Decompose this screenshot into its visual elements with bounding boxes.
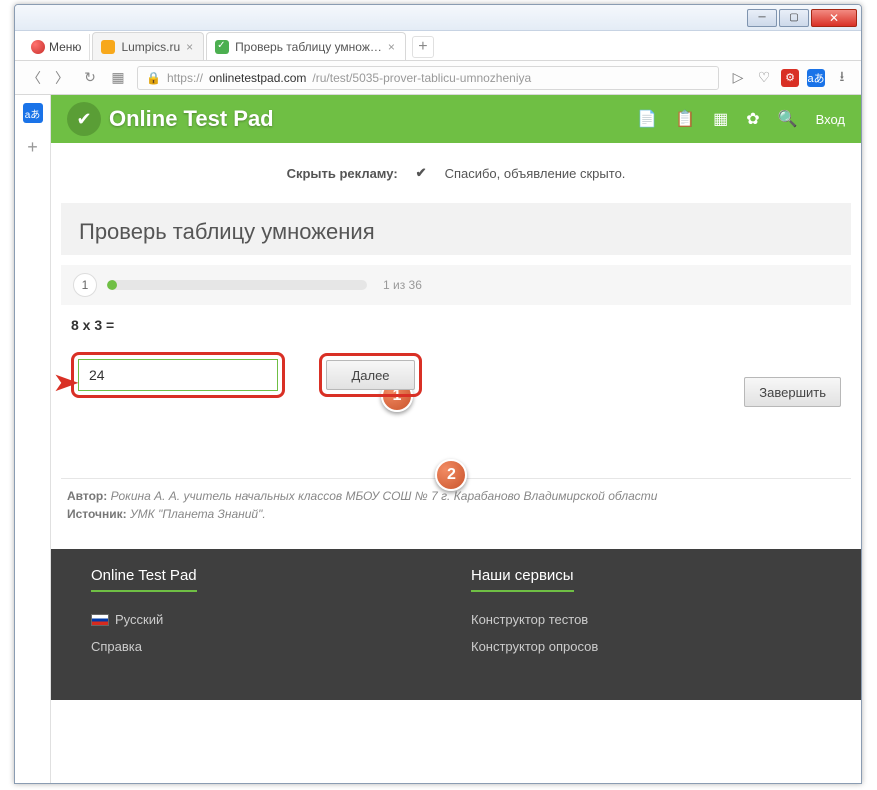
browser-sidebar: aあ + — [15, 95, 51, 783]
lang-link[interactable]: Русский — [91, 606, 391, 633]
maximize-button[interactable]: ▢ — [779, 9, 809, 27]
browser-window: ─ ▢ ✕ Меню Lumpics.ru × Проверь таблицу … — [14, 4, 862, 784]
progress-text: 1 из 36 — [383, 278, 422, 292]
heart-icon[interactable]: ♡ — [755, 69, 773, 87]
author-text: Рокина А. А. учитель начальных классов М… — [111, 489, 658, 503]
source-label: Источник: — [67, 507, 127, 521]
url-path: /ru/test/5035-prover-tablicu-umnozheniya — [312, 71, 531, 85]
url-scheme: https:// — [167, 71, 203, 85]
check-icon: ✔ — [416, 165, 427, 181]
footer-col-1: Online Test Pad Русский Справка — [91, 567, 391, 660]
next-button[interactable]: Далее — [326, 360, 414, 390]
body-area: aあ + ✔ Online Test Pad 📄 📋 ▦ ✿ 🔍 Вход — [15, 95, 861, 783]
minimize-button[interactable]: ─ — [747, 9, 777, 27]
author-row: Автор: Рокина А. А. учитель начальных кл… — [67, 489, 845, 503]
footer-col-2: Наши сервисы Конструктор тестов Конструк… — [471, 567, 771, 660]
source-row: Источник: УМК "Планета Знаний". — [67, 507, 845, 521]
toolbar-right: ▷ ♡ ⚙ aあ ⭳ — [729, 69, 851, 87]
site-footer: Online Test Pad Русский Справка Наши сер… — [51, 549, 861, 700]
vpn-icon[interactable]: ▷ — [729, 69, 747, 87]
opera-menu-button[interactable]: Меню — [23, 34, 90, 60]
grid-icon[interactable]: ▦ — [713, 109, 728, 129]
question-area: 8 x 3 = 1 Далее 2 Завершить — [51, 305, 861, 418]
tests-icon[interactable]: 📄 — [637, 109, 657, 129]
new-tab-button[interactable]: + — [412, 36, 434, 58]
menu-label: Меню — [49, 40, 81, 54]
url-bar: 〈 〉 ↻ ▦ 🔒 https:// onlinetestpad.com/ru/t… — [15, 61, 861, 95]
favicon-icon — [101, 40, 115, 54]
test-title-panel: Проверь таблицу умножения — [61, 203, 851, 255]
help-link[interactable]: Справка — [91, 633, 391, 660]
logic-icon[interactable]: ✿ — [746, 109, 759, 129]
progress-fill — [107, 280, 117, 290]
sidebar-add-button[interactable]: + — [27, 137, 38, 158]
tab-close-icon[interactable]: × — [186, 40, 193, 54]
content: Скрыть рекламу: ✔ Спасибо, объявление ск… — [51, 143, 861, 700]
download-icon[interactable]: ⭳ — [833, 69, 851, 87]
next-wrap: Далее 2 — [319, 353, 421, 397]
footer-head-1: Online Test Pad — [91, 567, 197, 592]
service-tests-link[interactable]: Конструктор тестов — [471, 606, 771, 633]
flag-ru-icon — [91, 614, 109, 626]
back-button[interactable]: 〈 — [25, 68, 43, 88]
site-header: ✔ Online Test Pad 📄 📋 ▦ ✿ 🔍 Вход — [51, 95, 861, 143]
tab-lumpics[interactable]: Lumpics.ru × — [92, 32, 204, 60]
answer-wrap: 1 — [71, 352, 285, 398]
header-nav: 📄 📋 ▦ ✿ 🔍 Вход — [637, 109, 845, 129]
reload-button[interactable]: ↻ — [81, 69, 99, 86]
tab-onlinetestpad[interactable]: Проверь таблицу умнож… × — [206, 32, 406, 60]
lock-icon: 🔒 — [146, 71, 161, 85]
footer-head-2: Наши сервисы — [471, 567, 574, 592]
highlight-box-2: Далее — [319, 353, 421, 397]
search-icon[interactable]: 🔍 — [778, 109, 798, 129]
tab-strip: Меню Lumpics.ru × Проверь таблицу умнож…… — [15, 31, 861, 61]
favicon-icon — [215, 40, 229, 54]
answer-input[interactable] — [78, 359, 278, 391]
source-text: УМК "Планета Знаний". — [130, 507, 266, 521]
question-number: 1 — [73, 273, 97, 297]
service-surveys-link[interactable]: Конструктор опросов — [471, 633, 771, 660]
close-button[interactable]: ✕ — [811, 9, 857, 27]
logo-icon: ✔ — [67, 102, 101, 136]
test-title: Проверь таблицу умножения — [79, 219, 833, 245]
ad-thanks: Спасибо, объявление скрыто. — [445, 166, 626, 181]
site-logo[interactable]: ✔ Online Test Pad — [67, 102, 274, 136]
question-text: 8 x 3 = — [71, 317, 841, 333]
address-field[interactable]: 🔒 https:// onlinetestpad.com/ru/test/5035… — [137, 66, 719, 90]
translate-icon[interactable]: aあ — [807, 69, 825, 87]
tab-close-icon[interactable]: × — [388, 40, 395, 54]
sidebar-translate-icon[interactable]: aあ — [23, 103, 43, 123]
ad-hide-label: Скрыть рекламу: — [287, 166, 398, 181]
author-label: Автор: — [67, 489, 107, 503]
surveys-icon[interactable]: 📋 — [675, 109, 695, 129]
progress-row: 1 1 из 36 — [61, 265, 851, 305]
ad-notice: Скрыть рекламу: ✔ Спасибо, объявление ск… — [51, 143, 861, 199]
site-title: Online Test Pad — [109, 106, 274, 132]
page-content: ✔ Online Test Pad 📄 📋 ▦ ✿ 🔍 Вход Скрыть … — [51, 95, 861, 783]
tab-label: Lumpics.ru — [121, 40, 180, 54]
extension-icon[interactable]: ⚙ — [781, 69, 799, 87]
login-link[interactable]: Вход — [816, 112, 845, 127]
tab-label: Проверь таблицу умнож… — [235, 40, 382, 54]
opera-icon — [31, 40, 45, 54]
titlebar: ─ ▢ ✕ — [15, 5, 861, 31]
speed-dial-button[interactable]: ▦ — [109, 69, 127, 86]
progress-bar — [107, 280, 367, 290]
forward-button[interactable]: 〉 — [53, 68, 71, 88]
highlight-box-1 — [71, 352, 285, 398]
finish-button[interactable]: Завершить — [744, 377, 841, 407]
annotation-arrow-icon: ➤ — [52, 367, 80, 398]
url-host: onlinetestpad.com — [209, 71, 306, 85]
